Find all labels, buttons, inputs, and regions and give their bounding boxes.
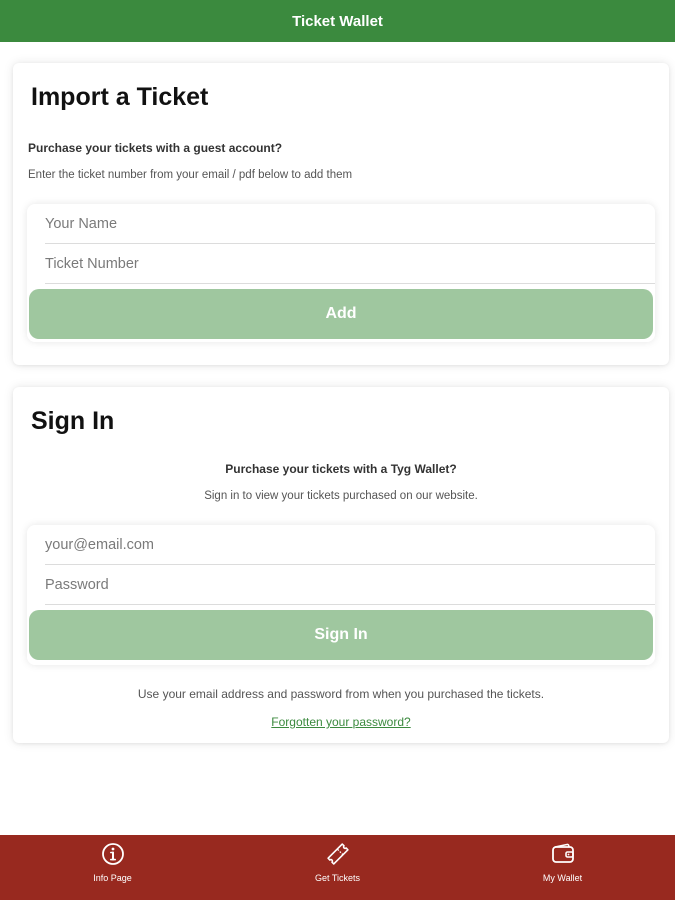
name-field-row [45,204,655,244]
name-input[interactable] [45,215,655,232]
password-input[interactable] [45,576,655,593]
nav-item-info-page[interactable]: Info Page [0,835,225,900]
header-title: Ticket Wallet [292,12,383,30]
add-button[interactable]: Add [29,289,653,339]
nav-label-info-page: Info Page [93,873,132,883]
ticket-number-field-row [45,244,655,284]
sign-in-description: Sign in to view your tickets purchased o… [204,490,478,502]
sign-in-help-text: Use your email address and password from… [137,687,545,701]
forgot-password-wrapper: Forgotten your password? [13,715,669,729]
email-input[interactable] [45,536,655,553]
info-icon [101,843,124,865]
wallet-icon [551,843,574,863]
nav-item-my-wallet[interactable]: My Wallet [450,835,675,900]
import-description: Enter the ticket number from your email … [28,169,353,181]
top-bar: Ticket Wallet [0,0,675,42]
password-field-row [45,565,655,605]
import-ticket-card: Import a Ticket Purchase your tickets wi… [13,63,669,365]
import-form: Add [27,204,655,342]
sign-in-button[interactable]: Sign In [29,610,653,660]
nav-label-my-wallet: My Wallet [542,873,583,883]
email-field-row [45,525,655,565]
ticket-icon [326,843,349,865]
nav-item-get-tickets[interactable]: Get Tickets [225,835,450,900]
app-screen: Ticket Wallet Import a Ticket Purchase y… [0,0,675,900]
forgot-password-link[interactable]: Forgotten your password? [271,715,410,729]
ticket-number-input[interactable] [45,255,655,272]
bottom-nav: Info Page Get Tickets My Wallet [0,835,675,900]
import-ticket-title: Import a Ticket [31,83,209,111]
wallet-subhead: Purchase your tickets with a Tyg Wallet? [225,462,457,476]
sign-in-card: Sign In Purchase your tickets with a Tyg… [13,387,669,743]
guest-account-subhead: Purchase your tickets with a guest accou… [28,141,283,155]
nav-label-get-tickets: Get Tickets [314,873,360,883]
sign-in-title: Sign In [31,407,115,435]
sign-in-form: Sign In [27,525,655,665]
